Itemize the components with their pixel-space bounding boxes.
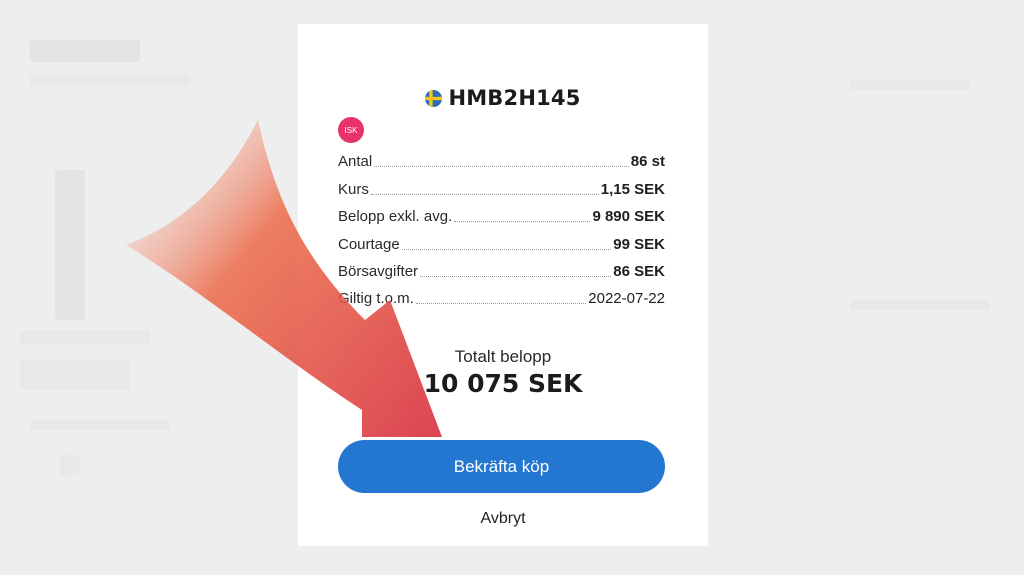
instrument-title: HMB2H145 <box>448 86 581 110</box>
detail-label: Belopp exkl. avg. <box>338 208 453 226</box>
detail-value: 1,15 SEK <box>600 180 665 198</box>
detail-value: 2022-07-22 <box>588 290 665 308</box>
detail-row-belopp: Belopp exkl. avg. 9 890 SEK <box>338 204 665 231</box>
account-type-badge: ISK <box>338 117 364 143</box>
detail-row-kurs: Kurs 1,15 SEK <box>338 176 665 203</box>
detail-label: Giltig t.o.m. <box>338 290 414 308</box>
detail-label: Kurs <box>338 180 369 198</box>
detail-label: Courtage <box>338 235 400 253</box>
dotted-leader <box>401 248 612 250</box>
detail-row-antal: Antal 86 st <box>338 149 665 176</box>
detail-row-borsavgifter: Börsavgifter 86 SEK <box>338 259 665 286</box>
dialog-header: HMB2H145 <box>298 86 708 110</box>
detail-value: 86 st <box>630 153 665 171</box>
detail-row-courtage: Courtage 99 SEK <box>338 231 665 258</box>
detail-row-giltig: Giltig t.o.m. 2022-07-22 <box>338 286 665 313</box>
dotted-leader <box>454 221 591 223</box>
sweden-flag-icon <box>425 89 443 107</box>
total-amount-value: 10 075 SEK <box>423 369 583 398</box>
order-confirmation-dialog: HMB2H145 ISK Antal 86 st Kurs 1,15 SEK B… <box>298 24 708 546</box>
confirm-purchase-button[interactable]: Bekräfta köp <box>338 440 665 493</box>
detail-value: 9 890 SEK <box>592 208 665 226</box>
cancel-link[interactable]: Avbryt <box>298 510 708 528</box>
dotted-leader <box>374 166 629 168</box>
detail-label: Antal <box>338 153 373 171</box>
dotted-leader <box>420 275 612 277</box>
detail-value: 99 SEK <box>613 235 665 253</box>
dotted-leader <box>415 303 587 305</box>
detail-label: Börsavgifter <box>338 262 419 280</box>
detail-value: 86 SEK <box>613 262 665 280</box>
order-details-list: Antal 86 st Kurs 1,15 SEK Belopp exkl. a… <box>338 149 665 313</box>
total-amount-label: Totalt belopp <box>454 347 552 366</box>
dotted-leader <box>370 193 599 195</box>
